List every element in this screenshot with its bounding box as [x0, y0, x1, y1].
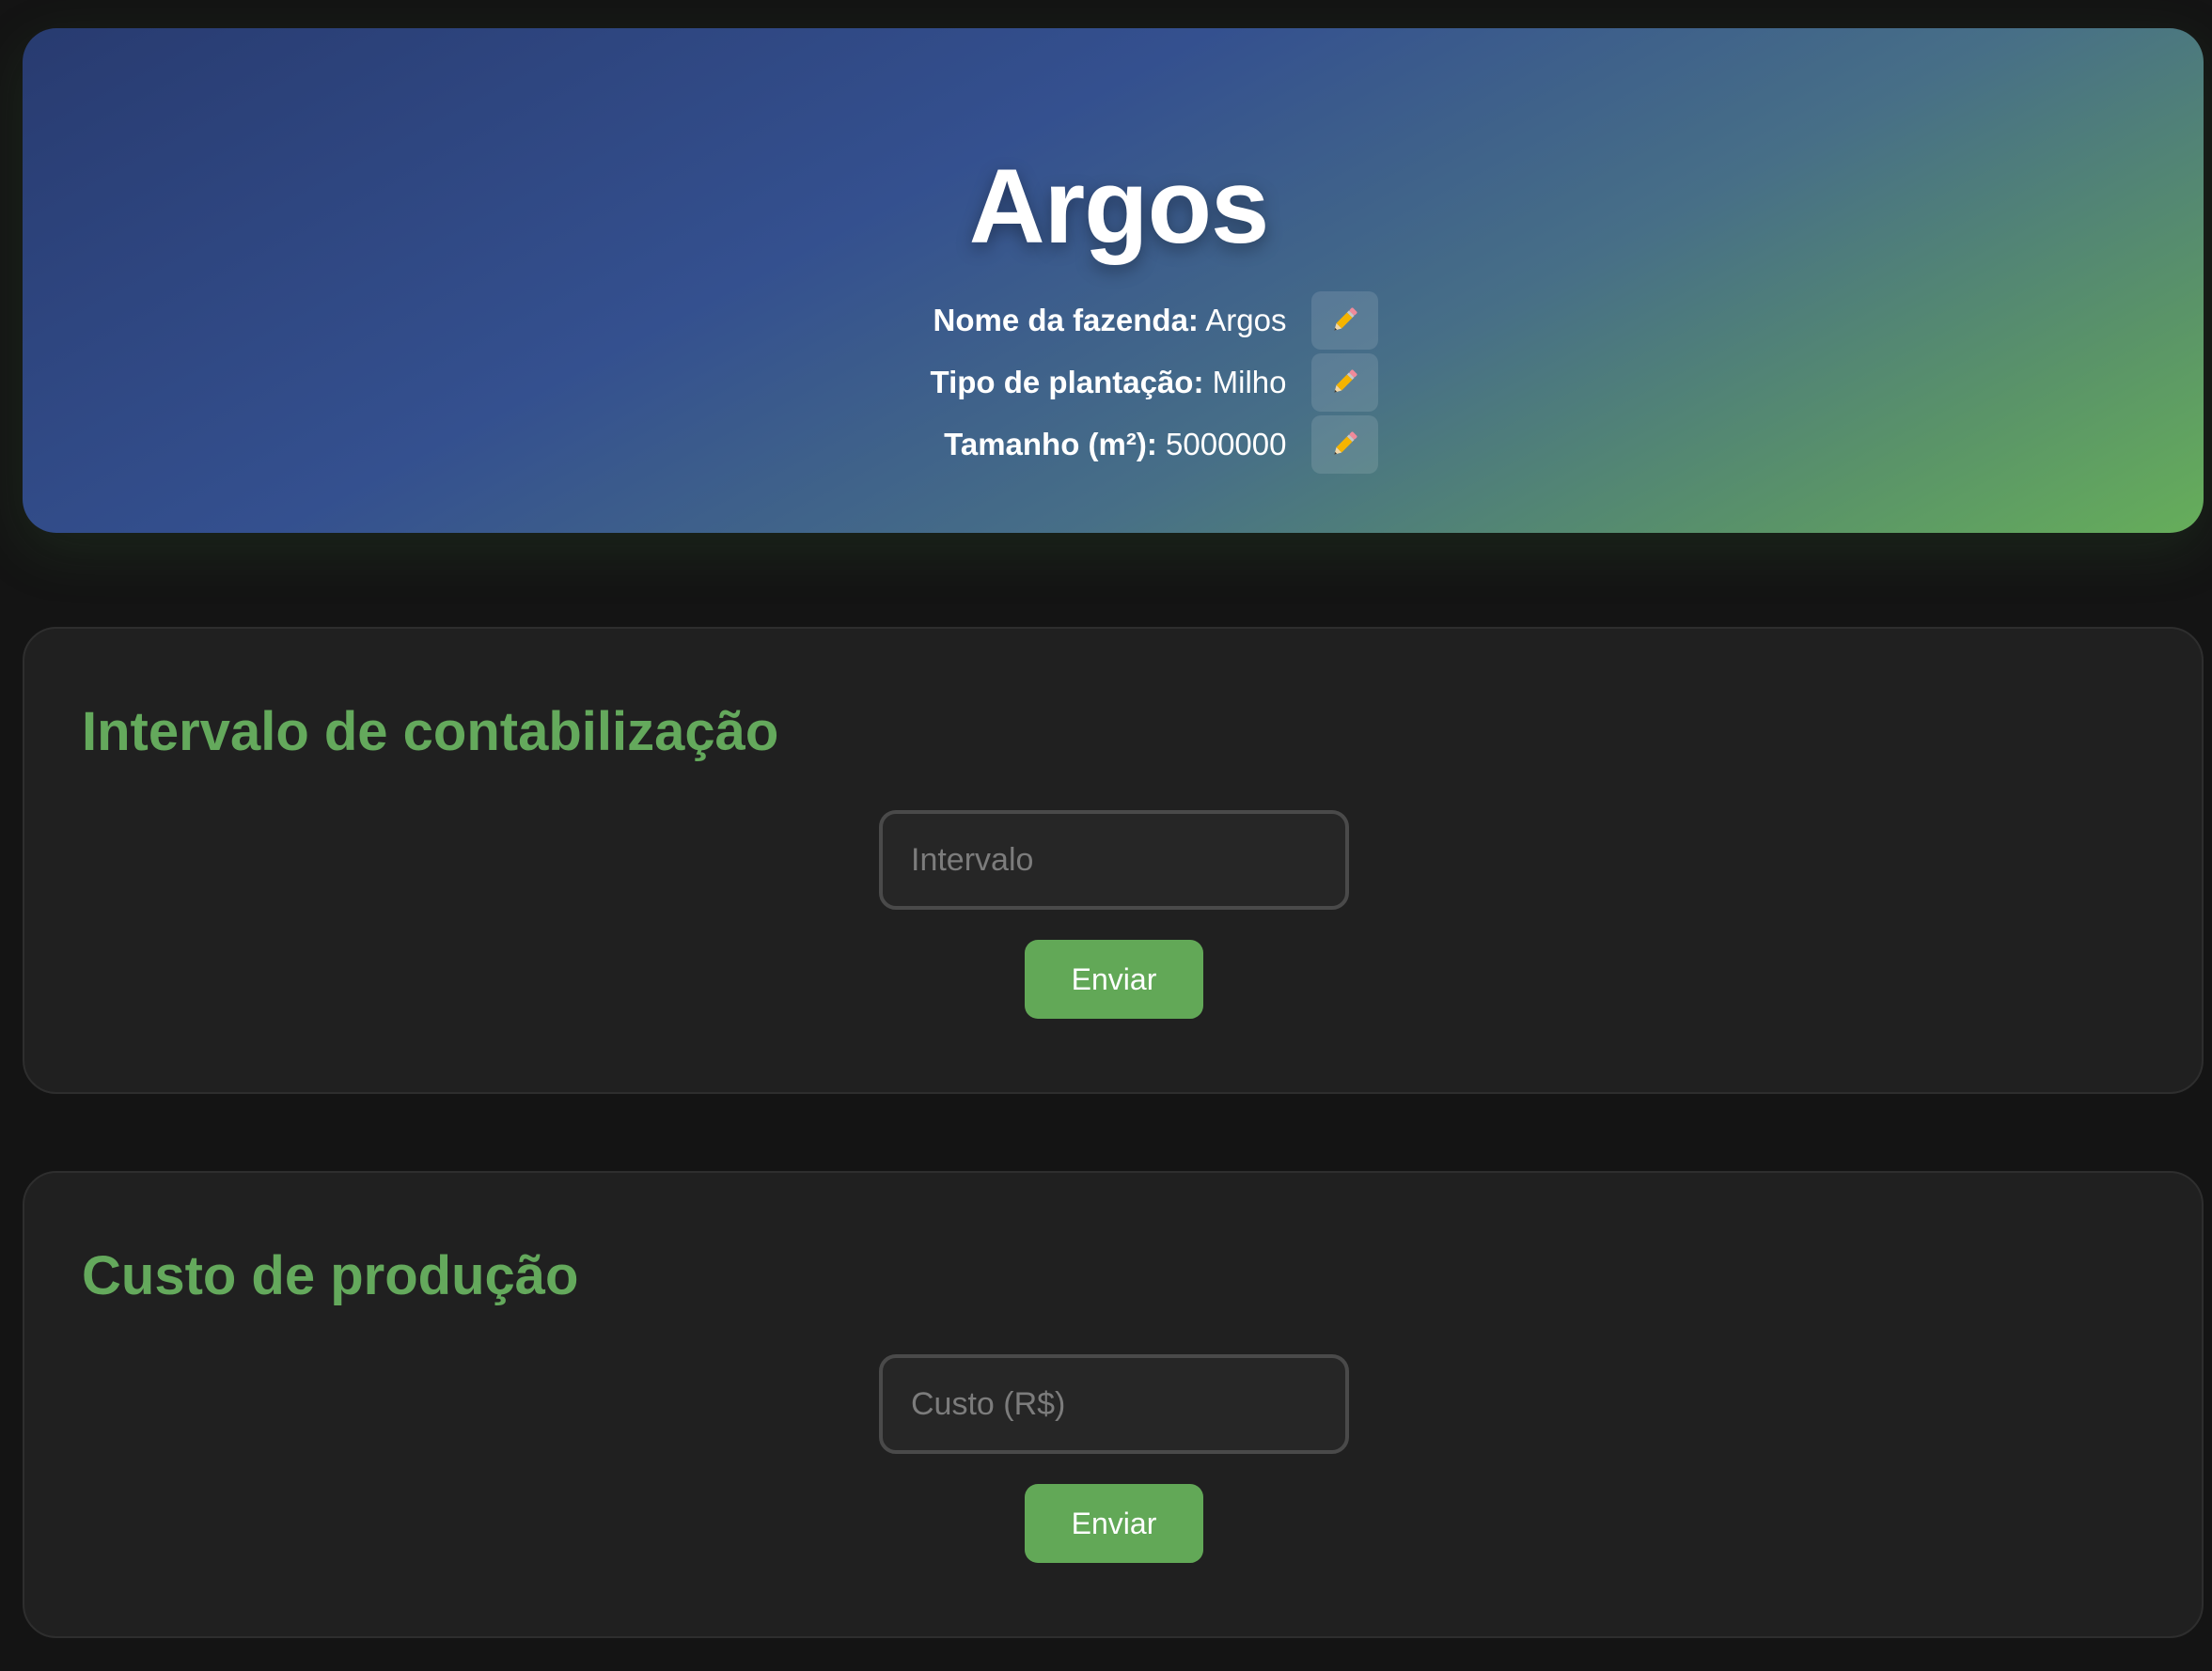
farm-name-label: Nome da fazenda: — [933, 303, 1199, 337]
production-cost-submit-button[interactable]: Enviar — [1025, 1484, 1203, 1563]
plantation-type-row: Tipo de plantação: Milho — [892, 351, 1378, 414]
interval-section-title: Intervalo de contabilização — [82, 701, 779, 762]
farm-size-label: Tamanho (m²): — [944, 427, 1157, 461]
pencil-icon — [1328, 305, 1360, 336]
plantation-type-label: Tipo de plantação: — [930, 365, 1204, 399]
farm-size-text: Tamanho (m²): 5000000 — [892, 427, 1287, 462]
interval-card: Intervalo de contabilização Enviar — [23, 627, 2204, 1094]
pencil-icon — [1328, 367, 1360, 398]
production-cost-input[interactable] — [879, 1354, 1349, 1454]
edit-plantation-type-button[interactable] — [1310, 353, 1378, 412]
farm-size-value: 5000000 — [1166, 427, 1287, 461]
farm-header: Argos Nome da fazenda: Argos Tipo de pla… — [23, 28, 2204, 533]
farm-name-row: Nome da fazenda: Argos — [892, 289, 1378, 351]
edit-farm-name-button[interactable] — [1310, 291, 1378, 350]
pencil-icon — [1328, 429, 1360, 461]
plantation-type-value: Milho — [1212, 365, 1287, 399]
interval-input[interactable] — [879, 810, 1349, 910]
page: Argos Nome da fazenda: Argos Tipo de pla… — [0, 0, 2212, 1671]
farm-title: Argos — [968, 148, 1270, 265]
farm-info-list: Nome da fazenda: Argos Tipo de plantação… — [892, 289, 1378, 476]
interval-submit-button[interactable]: Enviar — [1025, 940, 1203, 1019]
farm-name-value: Argos — [1205, 303, 1287, 337]
edit-farm-size-button[interactable] — [1310, 415, 1378, 474]
production-cost-card: Custo de produção Enviar — [23, 1171, 2204, 1638]
farm-name-text: Nome da fazenda: Argos — [892, 303, 1287, 338]
plantation-type-text: Tipo de plantação: Milho — [892, 365, 1287, 400]
farm-size-row: Tamanho (m²): 5000000 — [892, 414, 1378, 476]
production-cost-section-title: Custo de produção — [82, 1245, 579, 1306]
